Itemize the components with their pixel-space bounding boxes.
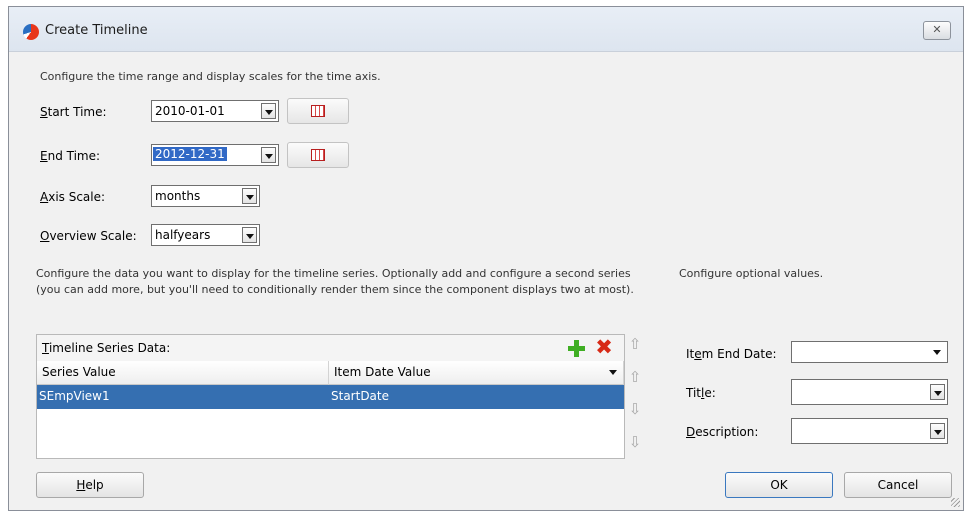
cancel-button[interactable]: Cancel (844, 472, 952, 498)
chevron-down-icon[interactable] (261, 103, 276, 119)
add-icon[interactable] (568, 340, 585, 357)
start-time-value[interactable]: 2010-01-01 (155, 104, 225, 118)
dialog-title: Create Timeline (45, 23, 148, 38)
calendar-icon (311, 105, 325, 117)
chevron-down-icon[interactable] (930, 423, 945, 439)
delete-icon[interactable]: ✖ (595, 337, 613, 358)
item-end-date-label: Item End Date: (686, 347, 777, 361)
chevron-down-icon[interactable] (242, 188, 257, 204)
move-bottom-icon[interactable]: ⇩ (627, 433, 643, 451)
end-time-combo[interactable]: 2012-12-31 (151, 144, 279, 166)
start-time-calendar-button[interactable] (287, 98, 349, 124)
resize-grip-icon[interactable] (951, 498, 960, 507)
end-time-value[interactable]: 2012-12-31 (153, 147, 227, 161)
item-date-value-cell[interactable]: StartDate (331, 389, 389, 403)
close-button[interactable]: ✕ (923, 21, 951, 40)
chevron-down-icon[interactable] (261, 147, 276, 163)
column-header-item-date-value[interactable]: Item Date Value (329, 361, 624, 385)
overview-scale-value[interactable]: halfyears (155, 228, 210, 242)
series-instructions: Configure the data you want to display f… (36, 267, 634, 296)
title-combo[interactable] (791, 379, 948, 405)
start-time-label: Start Time: (40, 105, 107, 119)
move-up-icon[interactable]: ⇧ (627, 368, 643, 386)
move-down-icon[interactable]: ⇩ (627, 400, 643, 418)
description-combo[interactable] (791, 418, 948, 444)
chevron-down-icon[interactable] (930, 344, 945, 360)
move-top-icon[interactable]: ⇧ (627, 335, 643, 353)
timeline-series-data-label: Timeline Series Data: (42, 341, 171, 355)
item-end-date-select[interactable] (791, 341, 948, 363)
ok-button[interactable]: OK (725, 472, 833, 498)
title-label: Title: (686, 386, 716, 400)
start-time-combo[interactable]: 2010-01-01 (151, 100, 279, 122)
end-time-calendar-button[interactable] (287, 142, 349, 168)
optional-values-heading: Configure optional values. (679, 267, 824, 280)
timeline-series-table: Timeline Series Data: ✖ Series Value Ite… (36, 334, 625, 459)
description-label: Description: (686, 425, 759, 439)
axis-scale-label: Axis Scale: (40, 190, 106, 204)
column-header-label: Item Date Value (334, 365, 431, 379)
series-value-cell[interactable]: SEmpView1 (39, 389, 110, 403)
calendar-icon (311, 149, 325, 161)
create-timeline-dialog: Create Timeline ✕ Configure the time ran… (8, 6, 964, 511)
table-toolbar: Timeline Series Data: ✖ (37, 335, 624, 362)
end-time-label: End Time: (40, 149, 101, 163)
column-header-series-value[interactable]: Series Value (37, 361, 329, 385)
help-button[interactable]: Help (36, 472, 144, 498)
chevron-down-icon[interactable] (242, 227, 257, 243)
table-row[interactable]: SEmpView1 StartDate (37, 385, 624, 409)
overview-scale-label: Overview Scale: (40, 229, 137, 243)
chevron-down-icon[interactable] (930, 384, 945, 400)
app-logo-icon (23, 24, 39, 40)
axis-scale-select[interactable]: months (151, 185, 260, 207)
axis-scale-value[interactable]: months (155, 189, 200, 203)
chevron-down-icon[interactable] (609, 370, 617, 375)
title-bar: Create Timeline ✕ (9, 7, 963, 52)
time-range-instructions: Configure the time range and display sca… (40, 70, 381, 83)
overview-scale-select[interactable]: halfyears (151, 224, 260, 246)
